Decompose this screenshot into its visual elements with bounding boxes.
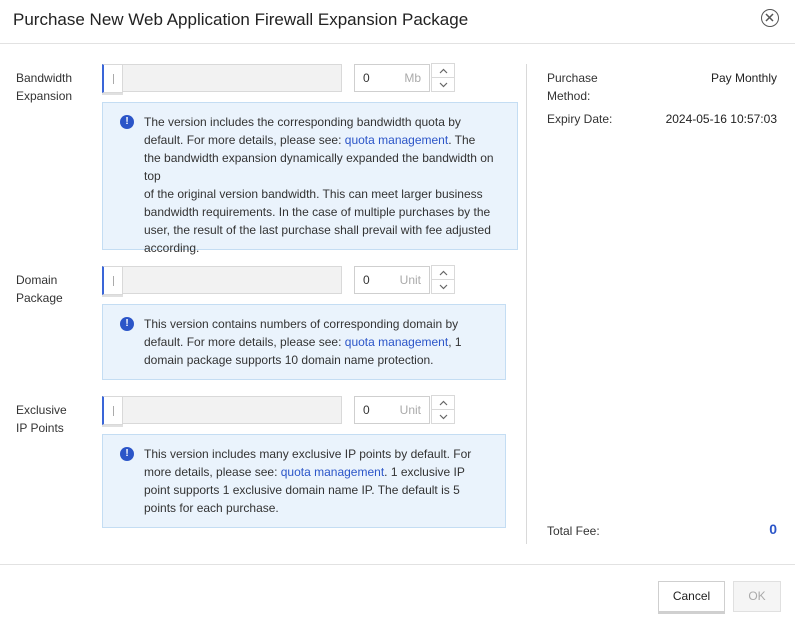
quota-management-link[interactable]: quota management xyxy=(345,133,448,147)
input-unit: Unit xyxy=(399,273,421,287)
exclusive-ip-input[interactable]: 0 Unit xyxy=(354,396,430,424)
dialog-header: Purchase New Web Application Firewall Ex… xyxy=(0,0,795,44)
chevron-down-icon[interactable] xyxy=(431,77,455,92)
quota-management-link[interactable]: quota management xyxy=(281,465,384,479)
domain-info-text: This version contains numbers of corresp… xyxy=(144,317,462,367)
slider-track[interactable] xyxy=(122,64,342,92)
bandwidth-input[interactable]: 0 Mb xyxy=(354,64,430,92)
total-fee-label: Total Fee: xyxy=(547,524,600,538)
exclusive-ip-info-box: ! This version includes many exclusive I… xyxy=(102,434,506,528)
chevron-up-icon[interactable] xyxy=(431,265,455,280)
slider-track[interactable] xyxy=(122,396,342,424)
bandwidth-stepper[interactable] xyxy=(431,63,455,94)
input-value: 0 xyxy=(363,273,370,287)
total-fee-value: 0 xyxy=(769,521,777,537)
bandwidth-info-box: ! The version includes the corresponding… xyxy=(102,102,518,255)
exclusive-ip-label: Exclusive IP Points xyxy=(16,403,67,435)
ok-button[interactable]: OK xyxy=(733,581,781,612)
chevron-up-icon[interactable] xyxy=(431,63,455,78)
bandwidth-slider[interactable] xyxy=(102,64,342,93)
input-value: 0 xyxy=(363,71,370,85)
input-value: 0 xyxy=(363,403,370,417)
domain-slider[interactable] xyxy=(102,266,342,295)
exclusive-ip-stepper[interactable] xyxy=(431,395,455,426)
info-icon: ! xyxy=(120,447,134,461)
input-unit: Unit xyxy=(399,403,421,417)
domain-input[interactable]: 0 Unit xyxy=(354,266,430,294)
info-icon: ! xyxy=(120,317,134,331)
slider-handle[interactable] xyxy=(102,64,123,93)
expiry-date-label: Expiry Date: xyxy=(547,112,613,126)
expiry-date-value: 2024-05-16 10:57:03 xyxy=(665,112,777,126)
domain-stepper[interactable] xyxy=(431,265,455,296)
chevron-up-icon[interactable] xyxy=(431,395,455,410)
purchase-method-value: Pay Monthly xyxy=(710,71,777,85)
slider-handle[interactable] xyxy=(102,266,123,295)
bandwidth-label: Bandwidth Expansion xyxy=(16,71,73,103)
domain-label: Domain Package xyxy=(16,273,63,305)
chevron-down-icon[interactable] xyxy=(431,409,455,424)
bandwidth-info-text: The version includes the corresponding b… xyxy=(144,115,494,255)
dialog-title: Purchase New Web Application Firewall Ex… xyxy=(13,10,469,29)
domain-info-box: ! This version contains numbers of corre… xyxy=(102,304,506,380)
input-unit: Mb xyxy=(404,71,421,85)
close-icon[interactable] xyxy=(761,9,779,27)
exclusive-ip-info-text: This version includes many exclusive IP … xyxy=(144,447,472,515)
cancel-button[interactable]: Cancel xyxy=(658,581,725,612)
quota-management-link[interactable]: quota management xyxy=(345,335,448,349)
vertical-divider xyxy=(526,64,527,544)
slider-handle[interactable] xyxy=(102,396,123,425)
slider-track[interactable] xyxy=(122,266,342,294)
purchase-method-label: Purchase Method: xyxy=(547,71,598,103)
chevron-down-icon[interactable] xyxy=(431,279,455,294)
dialog-footer: Cancel OK xyxy=(0,564,795,625)
exclusive-ip-slider[interactable] xyxy=(102,396,342,425)
info-icon: ! xyxy=(120,115,134,129)
